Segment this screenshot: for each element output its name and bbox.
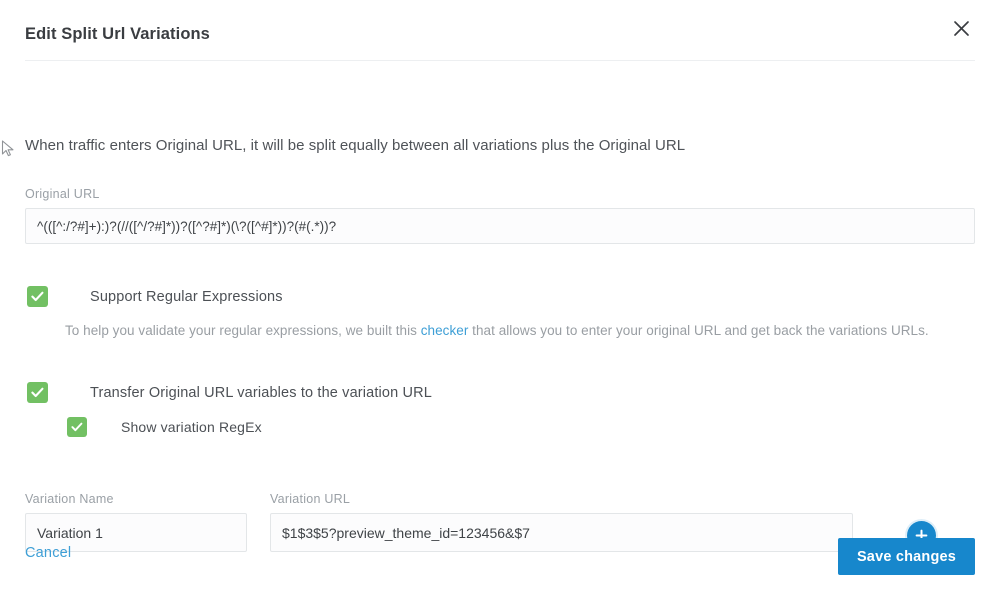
checkbox-row-show-variation-regex[interactable]: Show variation RegEx — [67, 417, 262, 437]
original-url-field-group: Original URL — [25, 187, 975, 244]
checkbox-row-transfer-variables[interactable]: Transfer Original URL variables to the v… — [27, 382, 432, 403]
original-url-label: Original URL — [25, 187, 100, 201]
original-url-input[interactable] — [25, 208, 975, 244]
modal-body: When traffic enters Original URL, it wil… — [0, 56, 1000, 599]
checkbox-label-show-variation-regex: Show variation RegEx — [121, 419, 262, 435]
mouse-cursor-icon — [1, 140, 15, 158]
page-title: Edit Split Url Variations — [25, 25, 210, 43]
checkbox-transfer-variables[interactable] — [27, 382, 48, 403]
intro-description: When traffic enters Original URL, it wil… — [25, 137, 686, 154]
support-regex-helper-text: To help you validate your regular expres… — [65, 321, 965, 341]
variation-url-label: Variation URL — [270, 492, 351, 506]
modal-footer: Cancel Save changes — [0, 530, 1000, 599]
save-changes-button[interactable]: Save changes — [838, 538, 975, 575]
checkmark-icon — [31, 291, 44, 302]
edit-split-url-variations-modal: Edit Split Url Variations When traffic e… — [0, 0, 1000, 599]
close-button[interactable] — [946, 13, 976, 43]
checkmark-icon — [31, 387, 44, 398]
modal-header: Edit Split Url Variations — [0, 0, 1000, 61]
cancel-button[interactable]: Cancel — [25, 545, 71, 561]
helper-text-prefix: To help you validate your regular expres… — [65, 323, 421, 338]
checkmark-icon — [71, 422, 83, 432]
close-icon — [953, 20, 970, 37]
checkbox-row-support-regex[interactable]: Support Regular Expressions — [27, 286, 283, 307]
checkbox-label-transfer-variables: Transfer Original URL variables to the v… — [90, 384, 432, 401]
variation-name-label: Variation Name — [25, 492, 114, 506]
helper-text-suffix: that allows you to enter your original U… — [468, 323, 929, 338]
checkbox-support-regex[interactable] — [27, 286, 48, 307]
checkbox-label-support-regex: Support Regular Expressions — [90, 288, 283, 305]
checkbox-show-variation-regex[interactable] — [67, 417, 87, 437]
checker-link[interactable]: checker — [421, 323, 469, 338]
